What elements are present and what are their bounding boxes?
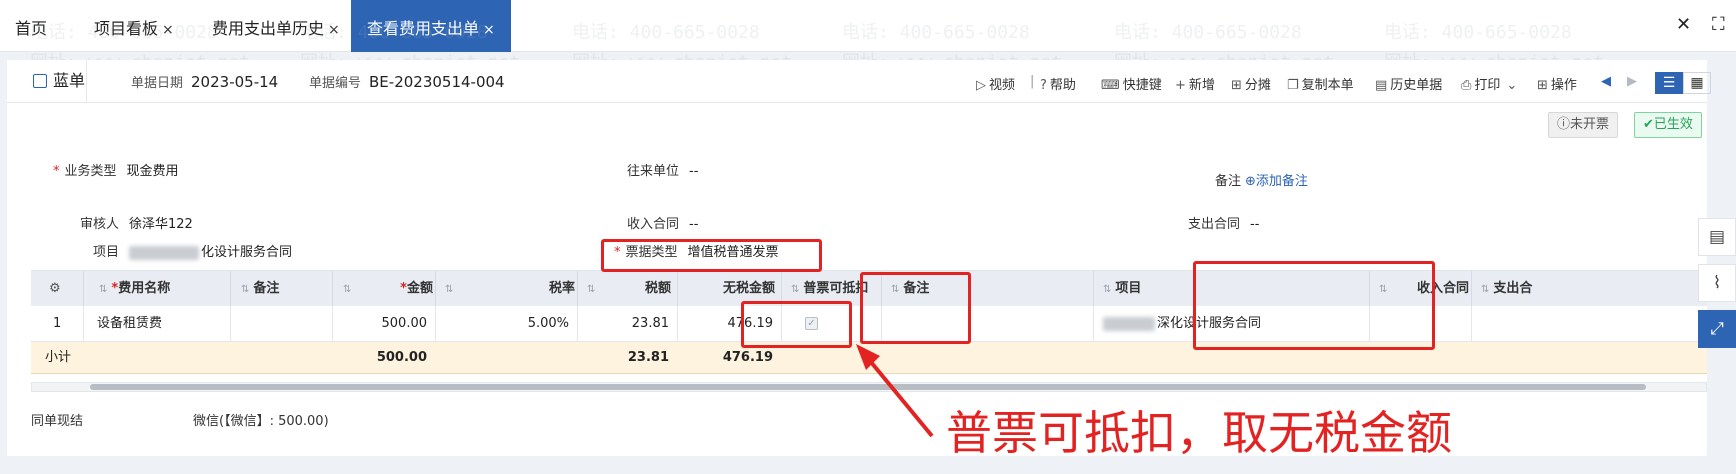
notes-icon[interactable]: ▤: [1698, 218, 1736, 256]
annotation-text: 普票可抵扣，取无税金额: [946, 406, 1452, 460]
paperclip-icon[interactable]: ⌇: [1698, 264, 1736, 302]
expand-icon[interactable]: ⤢: [1698, 310, 1736, 348]
annotation-arrow: [856, 344, 934, 438]
